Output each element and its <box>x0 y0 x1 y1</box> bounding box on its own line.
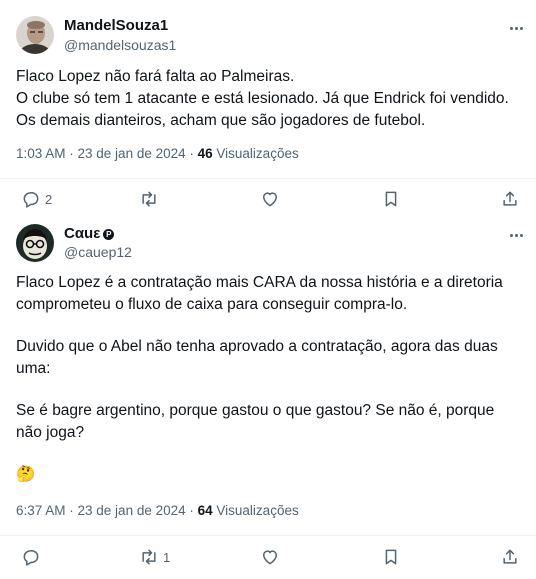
divider <box>0 535 536 536</box>
tweet-paragraph: Se é bagre argentino, porque gastou o qu… <box>16 402 495 441</box>
thinking-emoji: 🤔 <box>16 466 36 483</box>
heart-icon <box>263 192 277 207</box>
repost-button[interactable] <box>139 184 163 214</box>
bookmark-button[interactable] <box>381 542 401 572</box>
author-handle[interactable]: @mandelsouzas1 <box>64 37 176 53</box>
share-button[interactable] <box>500 542 520 572</box>
author-name[interactable]: Cαuε P <box>64 225 115 242</box>
avatar[interactable] <box>16 224 54 262</box>
tweet-text: Flaco Lopez é a contratação mais CARA da… <box>16 272 524 486</box>
reply-button[interactable] <box>21 542 45 572</box>
like-button[interactable] <box>260 542 280 572</box>
repost-icon <box>142 191 156 207</box>
repost-button[interactable]: 1 <box>139 542 170 572</box>
action-bar: 2 <box>0 184 536 214</box>
share-icon <box>503 549 517 564</box>
tweet-line: Flaco Lopez não fará falta ao Palmeiras. <box>16 68 295 85</box>
more-options-icon[interactable] <box>504 18 528 38</box>
repost-count: 1 <box>163 549 171 565</box>
author-name-text: Cαuε <box>64 225 101 242</box>
reply-button[interactable]: 2 <box>21 184 52 214</box>
timestamp[interactable]: 6:37 AM · 23 de jan de 2024 · <box>16 503 198 518</box>
views-label: Visualizações <box>212 146 299 161</box>
author-name[interactable]: MandelSouza1 <box>64 17 168 34</box>
reply-count: 2 <box>45 191 53 207</box>
tweet-paragraph: Duvido que o Abel não tenha aprovado a c… <box>16 338 498 377</box>
views-label: Visualizações <box>212 503 299 518</box>
tweet-line: O clube só tem 1 atacante e está lesiona… <box>16 90 509 107</box>
bookmark-button[interactable] <box>381 184 401 214</box>
tweet-text: Flaco Lopez não fará falta ao Palmeiras.… <box>16 66 524 132</box>
repost-icon <box>142 549 156 565</box>
share-button[interactable] <box>500 184 520 214</box>
divider <box>0 178 536 179</box>
tweet-meta: 1:03 AM · 23 de jan de 2024 · 46 Visuali… <box>16 146 299 161</box>
tweet-line: Os demais dianteiros, acham que são joga… <box>16 112 426 129</box>
badge-icon: P <box>103 229 115 240</box>
action-bar: 1 <box>0 542 536 572</box>
like-button[interactable] <box>260 184 280 214</box>
timestamp[interactable]: 1:03 AM · 23 de jan de 2024 · <box>16 146 198 161</box>
share-icon <box>503 191 517 206</box>
author-handle[interactable]: @cauep12 <box>64 244 132 260</box>
reply-icon <box>23 192 39 208</box>
bookmark-icon <box>385 191 397 207</box>
views-count: 64 <box>197 503 213 518</box>
avatar[interactable] <box>16 16 54 54</box>
tweet-meta: 6:37 AM · 23 de jan de 2024 · 64 Visuali… <box>16 503 299 518</box>
more-options-icon[interactable] <box>504 225 528 245</box>
views-count: 46 <box>197 146 213 161</box>
tweet-cauep12[interactable]: Cαuε P @cauep12 Flaco Lopez é a contrataç… <box>0 213 536 579</box>
reply-icon <box>23 550 39 566</box>
tweet-paragraph: Flaco Lopez é a contratação mais CARA da… <box>16 274 503 313</box>
tweet-mandelsouza1[interactable]: MandelSouza1 @mandelsouzas1 Flaco Lopez … <box>0 0 536 213</box>
bookmark-icon <box>385 549 397 565</box>
heart-icon <box>263 550 277 565</box>
